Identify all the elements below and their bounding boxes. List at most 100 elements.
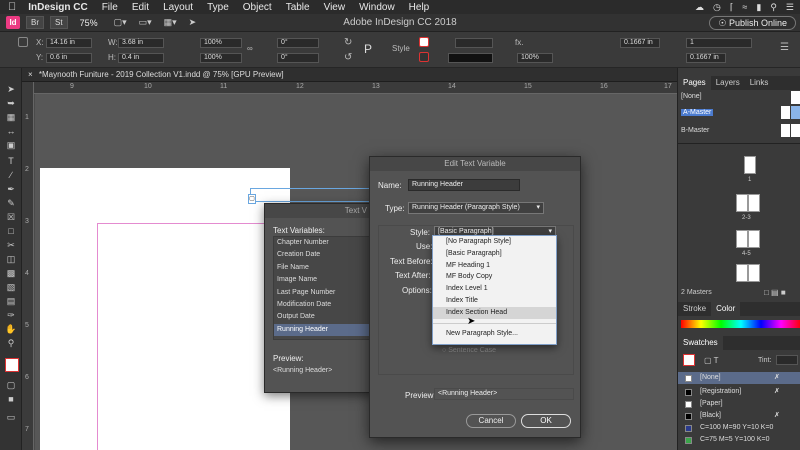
type-tool-icon[interactable]: T — [5, 156, 17, 166]
list-item[interactable]: Creation Date — [274, 249, 374, 261]
gradient-feather-tool-icon[interactable]: ▧ — [5, 282, 17, 292]
note-tool-icon[interactable]: ▤ — [5, 296, 17, 306]
document-page[interactable] — [40, 168, 290, 450]
style-dropdown-menu[interactable]: [No Paragraph Style] [Basic Paragraph] M… — [432, 235, 557, 345]
name-input[interactable]: Running Header — [408, 179, 520, 191]
paragraph-icon[interactable]: P — [364, 42, 372, 56]
close-tab-icon[interactable]: × — [28, 70, 33, 79]
dropdown-option[interactable]: [Basic Paragraph] — [433, 248, 556, 260]
fill-stroke-icon[interactable] — [5, 358, 19, 372]
send-icon[interactable]: ➤ — [189, 17, 197, 28]
y-field[interactable]: 0.6 in — [46, 53, 92, 63]
w-field[interactable]: 3.68 in — [118, 38, 164, 48]
list-item[interactable]: Chapter Number — [274, 237, 374, 249]
page-6-thumb[interactable] — [736, 264, 748, 282]
tab-pages[interactable]: Pages — [678, 76, 711, 90]
fx-icon[interactable]: fx. — [515, 38, 523, 47]
hand-tool-icon[interactable]: ✋ — [5, 324, 17, 334]
dropdown-option[interactable]: [No Paragraph Style] — [433, 236, 556, 248]
content-collector-icon[interactable]: ▣ — [5, 140, 17, 150]
gutter-field[interactable]: 0.1667 in — [620, 38, 660, 48]
swatch-fill-stroke-icon[interactable] — [683, 354, 695, 366]
page-1-thumb[interactable] — [744, 156, 756, 174]
panel-menu-icon[interactable]: ☰ — [780, 42, 789, 53]
text-variables-list[interactable]: Chapter Number Creation Date File Name I… — [273, 236, 375, 340]
stock-button[interactable]: St — [50, 16, 68, 29]
cancel-button[interactable]: Cancel — [466, 414, 516, 428]
list-item[interactable]: File Name — [274, 262, 374, 274]
menu-table[interactable]: Table — [286, 2, 310, 13]
scissors-tool-icon[interactable]: ✂ — [5, 240, 17, 250]
type-select[interactable]: Running Header (Paragraph Style) ▾ — [408, 202, 544, 214]
selection-tool-icon[interactable]: ➤ — [5, 84, 17, 94]
publish-online-button[interactable]: ☉ Publish Online — [709, 16, 796, 30]
formatting-container-icon[interactable]: ▢ — [5, 380, 17, 390]
tab-links[interactable]: Links — [745, 76, 774, 90]
tab-layers[interactable]: Layers — [711, 76, 745, 90]
apple-menu-icon[interactable]:  — [8, 1, 16, 13]
dropdown-option[interactable]: MF Body Copy — [433, 271, 556, 283]
constrain-proportions-icon[interactable]: ∞ — [247, 44, 253, 53]
menu-app-name[interactable]: InDesign CC — [28, 2, 87, 13]
battery-icon[interactable]: ▮ — [756, 2, 761, 13]
color-ramp[interactable] — [681, 320, 800, 328]
zoom-level-select[interactable]: 75% — [80, 18, 98, 28]
dropdown-option[interactable]: Index Title — [433, 295, 556, 307]
stroke-swatch-icon[interactable] — [419, 52, 429, 62]
column-gutter-field[interactable]: 0.1667 in — [686, 53, 726, 63]
tab-color[interactable]: Color — [711, 302, 741, 316]
list-item[interactable]: Output Date — [274, 311, 374, 323]
master-none[interactable]: [None] — [681, 93, 702, 100]
swatch-row[interactable]: [Paper] — [678, 398, 800, 410]
rotation-angle-field[interactable]: 0° — [277, 38, 319, 48]
opacity-field[interactable]: 100% — [517, 53, 553, 63]
spotlight-icon[interactable]: ⚲ — [770, 2, 777, 13]
rectangle-frame-tool-icon[interactable]: ☒ — [5, 212, 17, 222]
direct-selection-tool-icon[interactable]: ➥ — [5, 98, 17, 108]
scale-y-field[interactable]: 100% — [200, 53, 242, 63]
swatch-row[interactable]: [Registration] ✗ — [678, 386, 800, 398]
swatch-row[interactable]: C=100 M=90 Y=10 K=0 — [678, 422, 800, 434]
list-item[interactable]: Modification Date — [274, 299, 374, 311]
list-item[interactable]: Last Page Number — [274, 287, 374, 299]
bridge-button[interactable]: Br — [26, 16, 44, 29]
list-item-selected[interactable]: Running Header — [274, 323, 374, 337]
reference-point-icon[interactable] — [18, 37, 28, 47]
menu-window[interactable]: Window — [359, 2, 395, 13]
apply-color-icon[interactable]: ■ — [5, 394, 17, 404]
pencil-tool-icon[interactable]: ✎ — [5, 198, 17, 208]
list-item[interactable]: Image Name — [274, 274, 374, 286]
clock-icon[interactable]: ◷ — [713, 2, 721, 13]
x-field[interactable]: 14.16 in — [46, 38, 92, 48]
zoom-tool-icon[interactable]: ⚲ — [5, 338, 17, 348]
screen-mode-tool-icon[interactable]: ▭ — [5, 412, 17, 422]
sentence-case-radio[interactable]: ○ Sentence Case — [442, 347, 496, 354]
swatches-title[interactable]: Swatches — [678, 336, 723, 350]
h-field[interactable]: 0.4 in — [118, 53, 164, 63]
dropdown-option-highlighted[interactable]: Index Section Head — [433, 306, 556, 319]
page-5-thumb[interactable] — [748, 230, 760, 248]
notification-icon[interactable]: ☰ — [786, 2, 794, 13]
stroke-weight-field[interactable] — [455, 38, 493, 48]
stroke-type-select[interactable] — [448, 53, 493, 63]
menu-edit[interactable]: Edit — [132, 2, 149, 13]
tint-field[interactable] — [776, 355, 798, 365]
swatch-format-icon[interactable]: ▢ T — [704, 356, 719, 365]
page-tool-icon[interactable]: ▦ — [5, 112, 17, 122]
rotate-cw-icon[interactable]: ↻ — [344, 37, 352, 48]
pen-tool-icon[interactable]: ✒ — [5, 184, 17, 194]
dropdown-option[interactable]: Index Level 1 — [433, 283, 556, 295]
free-transform-tool-icon[interactable]: ◫ — [5, 254, 17, 264]
master-a-row[interactable]: A-Master — [678, 106, 800, 120]
swatch-row[interactable]: [Black] ✗ — [678, 410, 800, 422]
ok-button[interactable]: OK — [521, 414, 571, 428]
menu-layout[interactable]: Layout — [163, 2, 193, 13]
gradient-tool-icon[interactable]: ▩ — [5, 268, 17, 278]
line-tool-icon[interactable]: ∕ — [5, 170, 17, 180]
scale-x-field[interactable]: 100% — [200, 38, 242, 48]
creative-cloud-icon[interactable]: ☁ — [695, 2, 704, 13]
page-7-thumb[interactable] — [748, 264, 760, 282]
document-tab[interactable]: × *Maynooth Funiture - 2019 Collection V… — [22, 68, 677, 82]
eyedropper-tool-icon[interactable]: ✑ — [5, 310, 17, 320]
page-4-thumb[interactable] — [736, 230, 748, 248]
